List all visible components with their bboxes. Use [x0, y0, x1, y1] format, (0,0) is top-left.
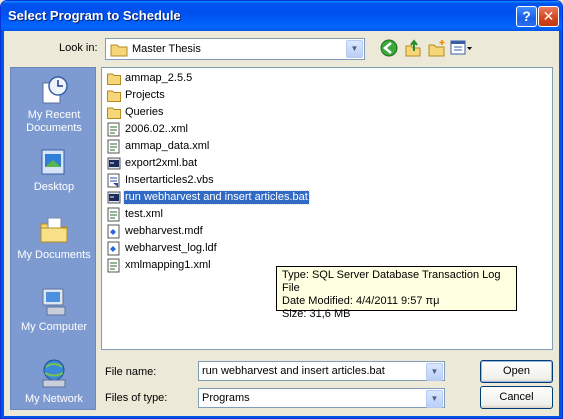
place-label: My Computer — [20, 321, 88, 333]
file-name: ammap_data.xml — [125, 140, 210, 152]
folder-icon — [107, 73, 121, 85]
chevron-down-icon[interactable]: ▼ — [426, 363, 443, 381]
look-in-label: Look in: — [59, 42, 98, 54]
xml-file-icon — [107, 258, 120, 273]
files-of-type-dropdown[interactable]: Programs ▼ — [198, 388, 445, 408]
place-label: My Recent Documents — [26, 109, 82, 134]
tooltip-date-modified: Date Modified: 4/4/2011 9:57 πμ — [282, 295, 440, 307]
folder-icon — [107, 107, 121, 119]
place-label: My Network — [24, 393, 84, 405]
file-name: xmlmapping1.xml — [125, 259, 211, 271]
file-name: webharvest_log.ldf — [125, 242, 217, 254]
help-icon: ? — [522, 8, 531, 24]
new-folder-icon[interactable] — [427, 39, 447, 59]
open-button[interactable]: Open — [480, 360, 553, 383]
xml-file-icon — [107, 122, 120, 137]
folder-icon — [110, 44, 128, 57]
title-bar[interactable]: Select Program to Schedule ? ✕ — [1, 1, 562, 31]
window-frame-right — [559, 31, 562, 418]
file-name: Queries — [125, 106, 164, 118]
file-name-value: run webharvest and insert articles.bat — [202, 365, 385, 377]
place-my-computer[interactable]: My Computer — [11, 286, 97, 334]
look-in-value: Master Thesis — [132, 43, 201, 55]
place-desktop[interactable]: Desktop — [11, 146, 97, 194]
close-button[interactable]: ✕ — [538, 6, 559, 27]
desktop-icon — [41, 149, 65, 175]
files-of-type-label: Files of type: — [105, 392, 168, 404]
file-name: test.xml — [125, 208, 163, 220]
batch-file-icon — [107, 157, 121, 170]
back-icon[interactable] — [379, 39, 399, 59]
file-info-tooltip: Type: SQL Server Database Transaction Lo… — [276, 266, 517, 320]
my-computer-icon — [42, 288, 66, 316]
files-of-type-value: Programs — [202, 392, 250, 404]
chevron-down-icon[interactable]: ▼ — [346, 40, 363, 58]
file-name-label: File name: — [105, 366, 157, 378]
cancel-button[interactable]: Cancel — [480, 386, 553, 409]
my-network-icon — [42, 359, 66, 388]
window-title: Select Program to Schedule — [8, 8, 181, 23]
places-bar: My Recent Documents Desktop My Documents… — [10, 67, 96, 410]
file-name-input[interactable]: run webharvest and insert articles.bat ▼ — [198, 361, 445, 381]
database-file-icon — [107, 224, 120, 239]
tooltip-type: Type: SQL Server Database Transaction Lo… — [282, 269, 501, 294]
place-my-network[interactable]: My Network — [11, 358, 97, 406]
place-recent-documents[interactable]: My Recent Documents — [11, 74, 97, 135]
tooltip-size: Size: 31,6 MB — [282, 308, 351, 320]
xml-file-icon — [107, 139, 120, 154]
batch-file-icon — [107, 191, 121, 204]
database-file-icon — [107, 241, 120, 256]
file-name: ammap_2.5.5 — [125, 72, 193, 84]
look-in-dropdown[interactable]: Master Thesis ▼ — [105, 38, 365, 60]
close-icon: ✕ — [542, 8, 555, 24]
help-button[interactable]: ? — [516, 6, 537, 27]
up-folder-icon[interactable] — [403, 39, 423, 59]
file-name: webharvest.mdf — [125, 225, 203, 237]
file-name: Insertarticles2.vbs — [125, 174, 214, 186]
window-frame-left — [1, 31, 4, 418]
place-my-documents[interactable]: My Documents — [11, 214, 97, 262]
folder-icon — [107, 90, 121, 102]
xml-file-icon — [107, 207, 120, 222]
file-name: export2xml.bat — [125, 157, 198, 169]
select-program-dialog: Select Program to Schedule ? ✕ Look in: … — [0, 0, 563, 419]
file-name: run webharvest and insert articles.bat — [123, 190, 310, 205]
chevron-down-icon[interactable]: ▼ — [426, 390, 443, 408]
place-label: My Documents — [17, 249, 91, 261]
vbs-file-icon — [107, 173, 120, 188]
my-documents-icon — [40, 217, 68, 243]
file-name: 2006.02..xml — [125, 123, 188, 135]
place-label: Desktop — [33, 181, 75, 193]
recent-documents-icon — [42, 76, 68, 104]
views-menu-icon[interactable] — [449, 39, 473, 59]
file-name: Projects — [125, 89, 165, 101]
